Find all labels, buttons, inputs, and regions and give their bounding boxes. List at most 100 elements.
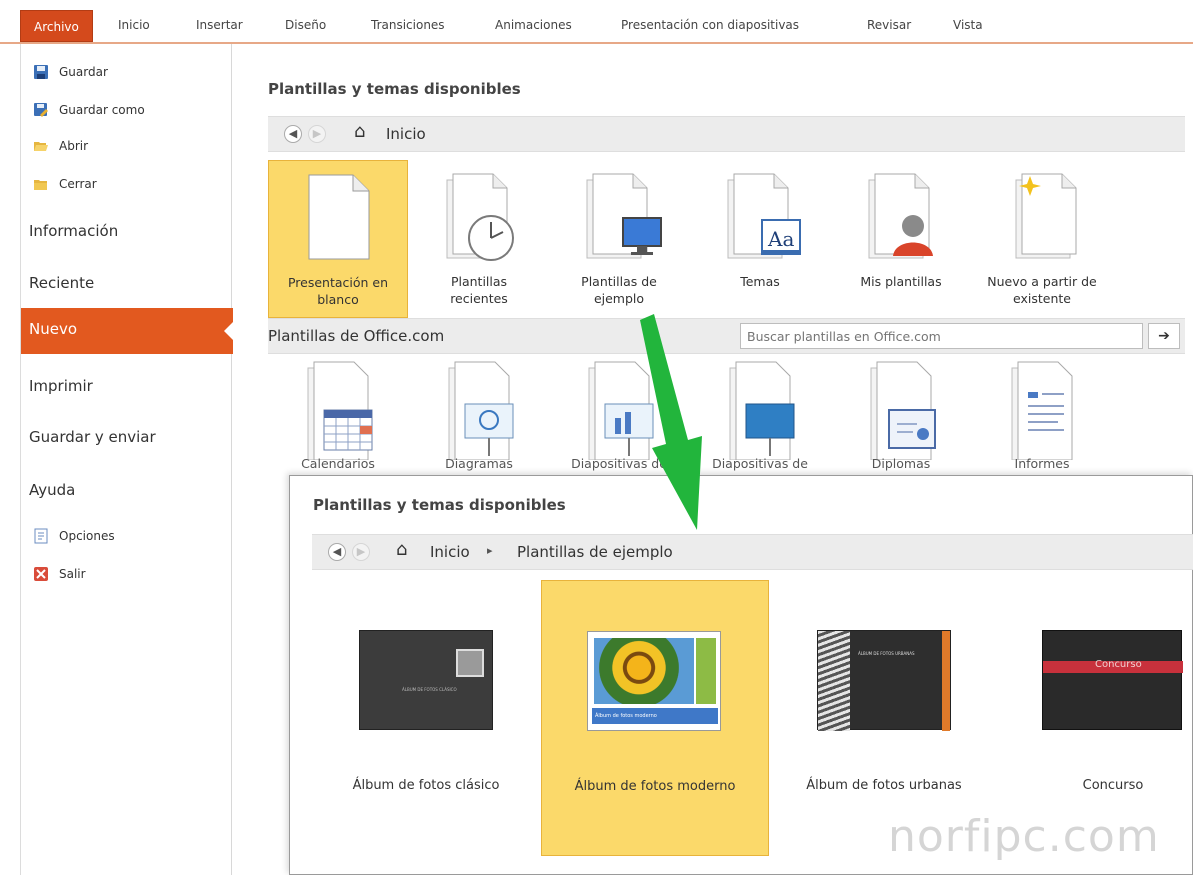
tab-inicio[interactable]: Inicio: [118, 13, 150, 37]
template-album-clasico[interactable]: ÁLBUM DE FOTOS CLÁSICO Álbum de fotos cl…: [312, 580, 540, 856]
office-tile-diapositivas-1[interactable]: Diapositivas de: [549, 360, 689, 471]
office-tile-label: Calendarios: [301, 456, 375, 471]
thumbnail-album-clasico: ÁLBUM DE FOTOS CLÁSICO: [359, 630, 493, 730]
template-album-moderno[interactable]: Álbum de fotos moderno Álbum de fotos mo…: [541, 580, 769, 856]
report-icon: [1011, 361, 1073, 460]
tab-transiciones[interactable]: Transiciones: [371, 13, 445, 37]
office-tile-label: Diapositivas de: [571, 456, 667, 471]
template-label: Álbum de fotos clásico: [352, 778, 500, 793]
overlay-title: Plantillas y temas disponibles: [313, 496, 566, 514]
forward-button[interactable]: ▶: [308, 125, 326, 143]
exit-command[interactable]: Salir: [33, 562, 86, 586]
nav-location: Inicio: [386, 125, 426, 143]
office-search-input[interactable]: [740, 323, 1143, 349]
close-command[interactable]: Cerrar: [33, 172, 97, 196]
open-command[interactable]: Abrir: [33, 134, 88, 158]
options-command[interactable]: Opciones: [33, 524, 115, 548]
nav-reciente[interactable]: Reciente: [29, 274, 94, 292]
tile-label: Nuevo a partir de existente: [987, 274, 1097, 306]
open-label: Abrir: [59, 139, 89, 153]
tile-label: Mis plantillas: [860, 274, 942, 289]
sparkle-document-icon: [1015, 173, 1077, 259]
tile-blank-presentation[interactable]: Presentación en blanco: [268, 160, 408, 318]
office-tile-informes[interactable]: Informes: [972, 360, 1112, 471]
breadcrumb-current: Plantillas de ejemplo: [517, 543, 673, 561]
tab-revisar[interactable]: Revisar: [867, 13, 911, 37]
office-tile-label: Informes: [1014, 456, 1070, 471]
tab-diseno[interactable]: Diseño: [285, 13, 326, 37]
tab-insertar[interactable]: Insertar: [196, 13, 243, 37]
tab-animaciones[interactable]: Animaciones: [495, 13, 572, 37]
open-folder-icon: [33, 138, 49, 154]
save-icon: [33, 64, 49, 80]
save-as-command[interactable]: Guardar como: [33, 98, 145, 122]
office-tile-diapositivas-2[interactable]: Diapositivas de: [690, 360, 830, 471]
nav-guardar-enviar[interactable]: Guardar y enviar: [29, 428, 156, 446]
office-tile-label: Diplomas: [871, 456, 931, 471]
slides-screen-icon: [729, 361, 795, 460]
urban-photo: [818, 631, 850, 731]
tile-label: Plantillas recientes: [450, 274, 508, 306]
save-label: Guardar: [59, 65, 108, 79]
blank-document-icon: [308, 174, 370, 260]
office-tile-calendarios[interactable]: Calendarios: [268, 360, 408, 471]
office-tile-diagramas[interactable]: Diagramas: [409, 360, 549, 471]
nav-imprimir[interactable]: Imprimir: [29, 377, 93, 395]
diagram-icon: [448, 361, 514, 460]
watermark: norfipc.com: [888, 811, 1160, 862]
thumbnail-caption: Álbum de fotos moderno: [592, 708, 718, 724]
tile-sample-templates[interactable]: Plantillas de ejemplo: [549, 160, 689, 318]
tile-recent-templates[interactable]: Plantillas recientes: [409, 160, 549, 318]
template-label: Álbum de fotos urbanas: [806, 778, 962, 793]
ribbon-tab-bar: Archivo Inicio Insertar Diseño Transicio…: [0, 0, 1193, 44]
tile-themes[interactable]: Aa Temas: [690, 160, 830, 318]
nav-informacion[interactable]: Información: [29, 222, 118, 240]
office-tile-diplomas[interactable]: Diplomas: [831, 360, 971, 471]
themes-icon: Aa: [727, 173, 801, 259]
sample-templates-panel: Plantillas y temas disponibles ◀ ▶ ⌂ Ini…: [289, 475, 1193, 875]
orange-accent-bar: [942, 631, 950, 731]
section-title: Plantillas y temas disponibles: [268, 80, 521, 98]
overlay-back-button[interactable]: ◀: [328, 543, 346, 561]
save-as-label: Guardar como: [59, 103, 145, 117]
exit-icon: [33, 566, 49, 582]
office-tile-label: Diagramas: [445, 456, 513, 471]
diploma-icon: [870, 361, 936, 460]
template-navbar: ◀ ▶ ⌂ Inicio: [268, 116, 1185, 152]
exit-label: Salir: [59, 567, 86, 581]
green-accent-bar: [696, 638, 716, 704]
calendar-icon: [307, 361, 373, 460]
tile-my-templates[interactable]: Mis plantillas: [831, 160, 971, 318]
monitor-document-icon: [586, 173, 662, 259]
overlay-navbar: ◀ ▶ ⌂ Inicio ▸ Plantillas de ejemplo: [312, 534, 1193, 570]
nav-nuevo[interactable]: Nuevo: [21, 308, 234, 354]
clock-document-icon: [446, 173, 514, 261]
sunflower-photo: [594, 638, 694, 704]
save-as-icon: [33, 102, 49, 118]
overlay-home-icon[interactable]: ⌂: [396, 539, 407, 560]
tile-label: Temas: [740, 274, 780, 289]
back-button[interactable]: ◀: [284, 125, 302, 143]
office-tile-label: Diapositivas de: [712, 456, 808, 471]
search-go-button[interactable]: ➔: [1148, 323, 1180, 349]
tile-label: Plantillas de ejemplo: [581, 274, 657, 306]
overlay-forward-button[interactable]: ▶: [352, 543, 370, 561]
options-icon: [33, 528, 49, 544]
breadcrumb-home[interactable]: Inicio: [430, 543, 470, 561]
nav-ayuda[interactable]: Ayuda: [29, 481, 75, 499]
backstage-nav: Guardar Guardar como Abrir Cerrar Inform…: [20, 44, 234, 875]
tab-archivo[interactable]: Archivo: [20, 10, 93, 42]
photo-frame-icon: [456, 649, 484, 677]
tile-label: Presentación en blanco: [287, 275, 389, 307]
tab-presentacion[interactable]: Presentación con diapositivas: [621, 13, 799, 37]
thumbnail-album-moderno: Álbum de fotos moderno: [587, 631, 721, 731]
thumbnail-album-urbanas: ÁLBUM DE FOTOS URBANAS: [817, 630, 951, 731]
thumbnail-caption: Concurso: [1095, 659, 1142, 670]
tab-vista[interactable]: Vista: [953, 13, 983, 37]
tile-new-from-existing[interactable]: Nuevo a partir de existente: [972, 160, 1112, 318]
close-folder-icon: [33, 176, 49, 192]
home-icon[interactable]: ⌂: [354, 121, 365, 142]
office-templates-bar: Plantillas de Office.com ➔: [268, 318, 1185, 354]
save-command[interactable]: Guardar: [33, 60, 108, 84]
template-label: Álbum de fotos moderno: [574, 779, 736, 794]
